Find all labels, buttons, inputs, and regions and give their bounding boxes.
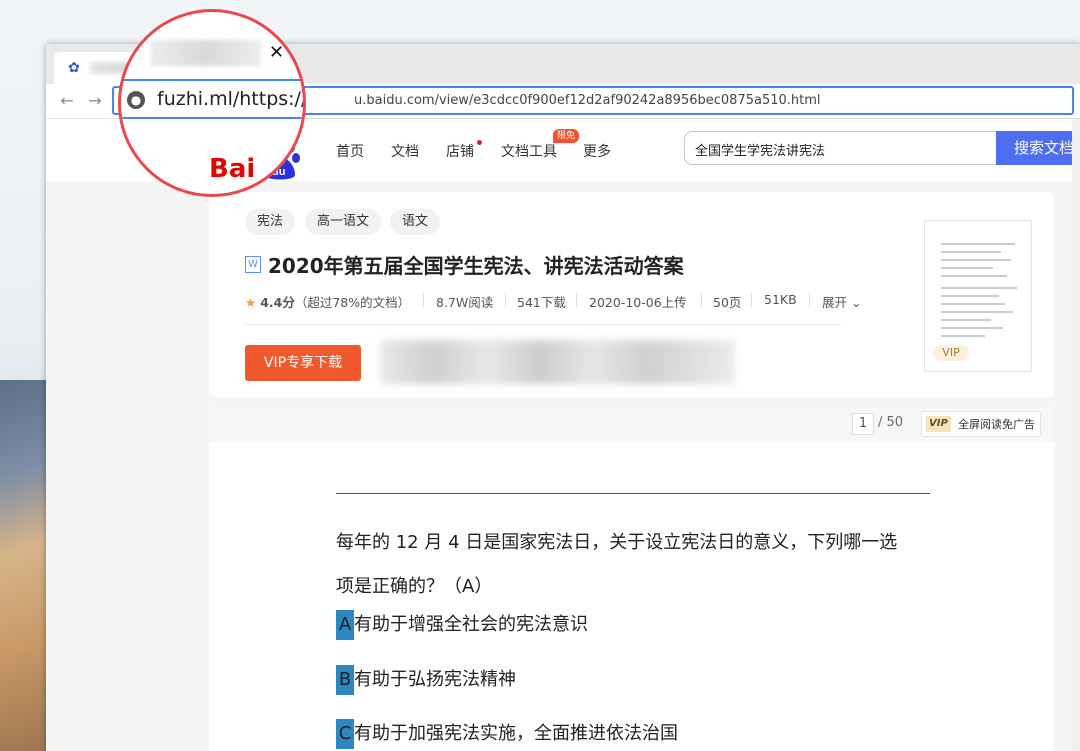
blurred-region: [381, 340, 735, 384]
file-size: 51KB: [764, 292, 797, 307]
doc-info-card: 宪法 高一语文 语文 W 2020年第五届全国学生宪法、讲宪法活动答案 ★ 4.…: [209, 192, 1054, 397]
nav-docs[interactable]: 文档: [391, 141, 419, 161]
free-badge: 限免: [553, 129, 580, 143]
question-line-1: 每年的 12 月 4 日是国家宪法日，关于设立宪法日的意义，下列哪一选: [336, 532, 898, 553]
thumb-text-line: [941, 335, 985, 337]
horizontal-rule: [336, 493, 930, 494]
nav-store[interactable]: 店铺: [446, 141, 474, 161]
search-input[interactable]: 全国学生学宪法讲宪法: [684, 131, 996, 165]
page-total: / 50: [878, 415, 904, 430]
option-a: A 有助于增强全社会的宪法意识: [336, 610, 588, 640]
rating: ★ 4.4分（超过78%的文档）: [245, 295, 411, 310]
magnified-logo: Bai: [209, 154, 256, 184]
meta-divider: [701, 293, 702, 307]
divider: [245, 324, 841, 325]
tag-constitution[interactable]: 宪法: [245, 209, 296, 235]
notification-dot: [477, 140, 482, 145]
vip-badge: VIP: [933, 345, 969, 361]
thumb-text-line: [941, 267, 993, 269]
thumb-text-line: [941, 287, 1017, 289]
downloads: 541下载: [517, 295, 566, 310]
magnified-box-border: [121, 117, 303, 119]
back-arrow-icon[interactable]: ←: [56, 90, 78, 112]
web-page: Bai du 首页 文档 店铺 文档工具 限免 更多 全国学生学宪法讲宪法 搜索…: [46, 119, 1080, 751]
tag-grade-chinese[interactable]: 高一语文: [305, 209, 382, 235]
magnified-globe-icon: ●: [127, 91, 145, 109]
option-c: C 有助于加强宪法实施，全面推进依法治国: [336, 719, 678, 749]
magnified-close-icon: ✕: [269, 42, 285, 63]
thumb-text-line: [941, 319, 991, 321]
page-count: 50页: [713, 295, 742, 310]
baidu-paw-icon: ✿: [68, 60, 80, 76]
magnified-url-text: fuzhi.ml/https://: [157, 88, 306, 110]
fullscreen-label: 全屏阅读免广告: [958, 418, 1035, 431]
thumb-text-line: [941, 251, 1001, 253]
thumb-text-line: [941, 327, 1003, 329]
nav-home[interactable]: 首页: [336, 141, 364, 161]
page-number-input[interactable]: 1: [852, 413, 874, 435]
doc-title: 2020年第五届全国学生宪法、讲宪法活动答案: [268, 254, 684, 278]
meta-divider: [505, 293, 506, 307]
expand-link[interactable]: 展开 ⌄: [822, 292, 861, 311]
search-query: 全国学生学宪法讲宪法: [695, 144, 826, 159]
option-b: B 有助于弘扬宪法精神: [336, 665, 516, 695]
tag-chinese[interactable]: 语文: [390, 209, 441, 235]
url-text: u.baidu.com/view/e3cdcc0f900ef12d2af9024…: [354, 93, 821, 108]
magnifier-callout: ✕ ● fuzhi.ml/https:// Bai: [118, 9, 306, 197]
scrollbar[interactable]: [1072, 119, 1080, 751]
thumb-text-line: [941, 311, 1013, 313]
reader-toolbar: 1 / 50 VIP 全屏阅读免广告: [209, 406, 1054, 442]
meta-divider: [809, 293, 810, 307]
meta-divider: [751, 293, 752, 307]
search-button[interactable]: 搜索文档: [996, 131, 1080, 165]
thumb-text-line: [941, 243, 1015, 245]
word-doc-icon: W: [245, 256, 261, 273]
nav-doc-tools[interactable]: 文档工具: [501, 141, 557, 161]
star-icon: ★: [245, 295, 257, 310]
nav-more[interactable]: 更多: [583, 141, 611, 161]
doc-thumbnail[interactable]: VIP: [924, 220, 1032, 372]
forward-arrow-icon[interactable]: →: [84, 90, 106, 112]
views: 8.7W阅读: [436, 295, 494, 310]
magnified-box-border: [121, 79, 303, 81]
magnified-tab-title: [151, 40, 261, 66]
fullscreen-button[interactable]: VIP 全屏阅读免广告: [921, 411, 1041, 437]
thumb-text-line: [941, 303, 1005, 305]
vip-logo-icon: VIP: [926, 416, 951, 432]
thumb-text-line: [941, 259, 1011, 261]
doc-reader: 1 / 50 VIP 全屏阅读免广告 每年的 12 月 4 日是国家宪法日，关于…: [209, 406, 1054, 751]
upload-date: 2020-10-06上传: [589, 295, 687, 310]
vip-download-button[interactable]: VIP专享下载: [245, 345, 361, 381]
question-line-2: 项是正确的？（A）: [336, 576, 493, 597]
meta-divider: [423, 293, 424, 307]
meta-divider: [576, 293, 577, 307]
thumb-text-line: [941, 275, 1007, 277]
chevron-down-icon: ⌄: [851, 295, 862, 310]
thumb-text-line: [941, 295, 999, 297]
